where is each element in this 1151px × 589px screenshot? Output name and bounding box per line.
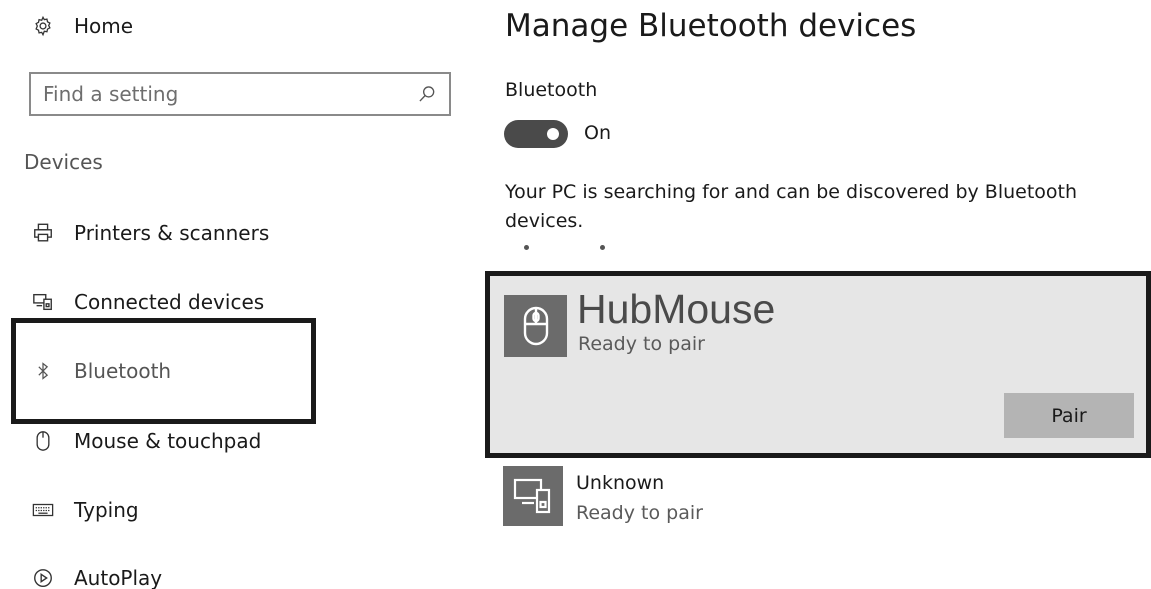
nav-item-label: Printers & scanners [74, 221, 270, 245]
page-title: Manage Bluetooth devices [505, 8, 917, 44]
nav-item-typing[interactable]: Typing [30, 493, 139, 527]
nav-item-autoplay[interactable]: AutoPlay [30, 561, 162, 589]
gear-icon [30, 13, 56, 39]
settings-window: Home Devices Printers & scanners [0, 0, 1151, 589]
section-heading: Devices [24, 150, 103, 174]
nav-item-bluetooth[interactable]: Bluetooth [30, 354, 171, 388]
device-status: Ready to pair [576, 502, 703, 524]
device-status: Ready to pair [578, 333, 705, 355]
device-name: HubMouse [577, 286, 776, 332]
nav-home[interactable]: Home [30, 9, 133, 43]
toggle-knob [547, 128, 559, 140]
discovery-status-text: Your PC is searching for and can be disc… [505, 181, 1078, 232]
search-icon[interactable] [415, 82, 439, 106]
searching-progress-dot [600, 245, 605, 250]
nav-item-printers-scanners[interactable]: Printers & scanners [30, 216, 269, 250]
connected-devices-icon [30, 289, 56, 315]
nav-item-label: Mouse & touchpad [74, 429, 262, 453]
search-box [29, 72, 451, 116]
nav-item-label: Typing [74, 498, 139, 522]
bluetooth-toggle-label: Bluetooth [505, 79, 598, 101]
nav-item-mouse-touchpad[interactable]: Mouse & touchpad [30, 424, 261, 458]
bluetooth-toggle-state: On [584, 122, 611, 144]
printer-icon [30, 220, 56, 246]
device-item-unknown[interactable]: Unknown Ready to pair [503, 464, 1103, 528]
device-item-hubmouse[interactable]: HubMouse Ready to pair Pair [485, 271, 1151, 458]
nav-item-label: AutoPlay [74, 566, 163, 589]
devices-icon [503, 466, 563, 526]
settings-nav-pane: Home Devices Printers & scanners [0, 0, 470, 589]
nav-item-label: Connected devices [74, 290, 265, 314]
searching-progress-dot [524, 245, 529, 250]
mouse-icon [504, 295, 567, 357]
autoplay-icon [30, 565, 56, 589]
keyboard-icon [30, 497, 56, 523]
search-input[interactable] [31, 76, 415, 112]
nav-item-label: Bluetooth [74, 359, 172, 383]
nav-home-label: Home [74, 14, 134, 38]
device-name: Unknown [576, 472, 665, 494]
bluetooth-icon [30, 358, 56, 384]
nav-item-connected-devices[interactable]: Connected devices [30, 285, 264, 319]
pair-button[interactable]: Pair [1004, 393, 1134, 438]
mouse-icon [30, 428, 56, 454]
bluetooth-toggle[interactable] [504, 120, 568, 148]
